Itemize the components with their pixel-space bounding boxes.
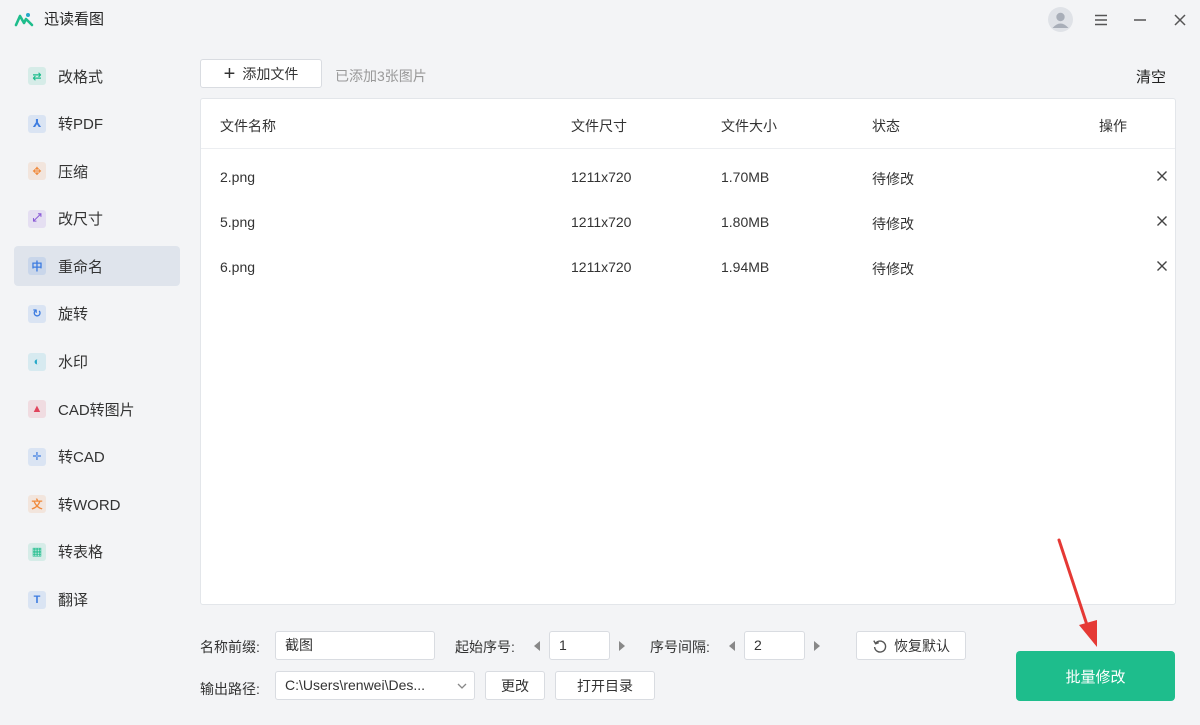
watermark-icon: ◐ <box>28 352 46 371</box>
cell-size: 1.70MB <box>721 169 770 185</box>
close-icon[interactable] <box>1167 8 1193 32</box>
sidebar-item-label: 水印 <box>58 354 89 372</box>
sidebar-item-4[interactable]: 中重命名 <box>14 246 180 287</box>
header-status: 状态 <box>872 118 900 134</box>
app-title: 迅读看图 <box>44 11 105 28</box>
cell-size: 1.94MB <box>721 259 770 275</box>
sidebar-item-9[interactable]: 文转WORD <box>14 484 180 524</box>
open-directory-button[interactable]: 打开目录 <box>555 671 655 700</box>
cell-dims: 1211x720 <box>571 169 632 185</box>
sidebar-item-6[interactable]: ◐ 水印 <box>14 342 180 382</box>
reset-default-label: 恢复默认 <box>894 637 950 654</box>
header-file-name: 文件名称 <box>220 118 276 134</box>
add-file-label: 添加文件 <box>242 65 299 82</box>
sidebar-item-1[interactable]: ⅄ 转PDF <box>14 104 180 144</box>
prefix-label: 名称前缀: <box>200 639 260 655</box>
output-path-select[interactable]: C:\Users\renwei\Des... <box>275 671 475 700</box>
table-row[interactable]: 2.png 1211x720 1.70MB 待修改 <box>201 155 1175 200</box>
menu-icon[interactable] <box>1088 8 1114 32</box>
compress-icon: ✥ <box>28 162 46 181</box>
cell-dims: 1211x720 <box>571 214 632 230</box>
file-table: 文件名称 文件尺寸 文件大小 状态 操作 2.png 1211x720 1.70MB… <box>200 98 1176 605</box>
plus-icon: + <box>223 62 236 85</box>
translate-word-icon: 文 <box>28 495 46 514</box>
sidebar-item-11[interactable]: T 翻译 <box>14 580 180 620</box>
change-path-button[interactable]: 更改 <box>485 671 545 700</box>
reset-default-button[interactable]: 恢复默认 <box>856 631 966 660</box>
start-number-label: 起始序号: <box>455 639 515 655</box>
sidebar-item-label: 改格式 <box>58 68 104 86</box>
sidebar-item-8[interactable]: ✛ 转CAD <box>14 437 180 477</box>
delete-row-icon[interactable] <box>1152 166 1172 186</box>
sidebar: ⇄ 改格式 ⅄ 转PDF ✥ 压缩 ⤢ 改尺寸中重命名 ↻ 旋转 ◐ 水印 ▲ CAD转图片 ✛ 转CAD 文转… <box>14 56 180 627</box>
step-increment-icon[interactable] <box>814 641 820 651</box>
cell-name: 2.png <box>220 169 256 185</box>
step-decrement-icon[interactable] <box>729 641 735 651</box>
clear-button[interactable]: 清空 <box>1136 66 1166 87</box>
table-row[interactable]: 6.png 1211x720 1.94MB 待修改 <box>201 245 1175 290</box>
table-icon: ▦ <box>28 542 46 561</box>
prefix-input[interactable]: 截图 <box>275 631 435 660</box>
step-label: 序号间隔: <box>650 639 710 655</box>
step-input[interactable]: 2 <box>744 631 805 660</box>
cell-name: 6.png <box>220 259 256 275</box>
cell-size: 1.80MB <box>721 214 770 230</box>
rotate-icon: ↻ <box>28 304 46 323</box>
sidebar-item-label: 转表格 <box>58 544 104 562</box>
convert-format-icon: ⇄ <box>28 67 46 85</box>
user-avatar-icon[interactable] <box>1048 7 1073 32</box>
chevron-down-icon <box>457 683 467 689</box>
table-header: 文件名称 文件尺寸 文件大小 状态 操作 <box>201 99 1175 149</box>
start-number-input[interactable]: 1 <box>549 631 610 660</box>
resize-icon: ⤢ <box>28 209 46 228</box>
start-decrement-icon[interactable] <box>534 641 540 651</box>
title-bar: 迅读看图 <box>0 0 1200 40</box>
sidebar-item-label: 翻译 <box>58 592 89 610</box>
cell-status: 待修改 <box>872 171 914 187</box>
sidebar-item-10[interactable]: ▦ 转表格 <box>14 532 180 572</box>
table-row[interactable]: 5.png 1211x720 1.80MB 待修改 <box>201 200 1175 245</box>
delete-row-icon[interactable] <box>1152 211 1172 231</box>
output-path-value: C:\Users\renwei\Des... <box>285 677 426 693</box>
app-logo-icon <box>14 10 34 30</box>
header-action: 操作 <box>1099 118 1127 134</box>
cell-status: 待修改 <box>872 261 914 277</box>
sidebar-item-label: 改尺寸 <box>58 211 104 229</box>
sidebar-item-7[interactable]: ▲ CAD转图片 <box>14 389 180 429</box>
sidebar-item-label: 转PDF <box>58 116 104 134</box>
sidebar-item-label: CAD转图片 <box>58 401 135 419</box>
sidebar-item-label: 压缩 <box>58 163 89 181</box>
annotation-arrow-icon <box>1057 538 1097 647</box>
sidebar-item-label: 旋转 <box>58 306 89 324</box>
sidebar-item-5[interactable]: ↻ 旋转 <box>14 294 180 334</box>
header-file-size: 文件大小 <box>721 118 777 134</box>
to-cad-icon: ✛ <box>28 447 46 466</box>
delete-row-icon[interactable] <box>1152 256 1172 276</box>
add-file-button[interactable]: + 添加文件 <box>200 59 322 88</box>
rename-icon: 中 <box>28 257 46 276</box>
cell-dims: 1211x720 <box>571 259 632 275</box>
sidebar-item-3[interactable]: ⤢ 改尺寸 <box>14 199 180 239</box>
cad-to-image-icon: ▲ <box>28 400 46 419</box>
cell-status: 待修改 <box>872 216 914 232</box>
sidebar-item-label: 转WORD <box>58 496 121 514</box>
cell-name: 5.png <box>220 214 256 230</box>
batch-modify-button[interactable]: 批量修改 <box>1016 651 1175 701</box>
output-path-label: 输出路径: <box>200 681 260 697</box>
start-increment-icon[interactable] <box>619 641 625 651</box>
minimize-icon[interactable] <box>1127 8 1153 32</box>
sidebar-item-2[interactable]: ✥ 压缩 <box>14 151 180 191</box>
sidebar-item-label: 转CAD <box>58 449 105 467</box>
added-count-text: 已添加3张图片 <box>335 68 427 84</box>
sidebar-item-label: 重命名 <box>58 258 104 276</box>
reset-icon <box>873 639 887 653</box>
pdf-icon: ⅄ <box>28 114 46 133</box>
header-file-dims: 文件尺寸 <box>571 118 627 134</box>
sidebar-item-0[interactable]: ⇄ 改格式 <box>14 56 180 96</box>
translate-icon: T <box>28 590 46 609</box>
